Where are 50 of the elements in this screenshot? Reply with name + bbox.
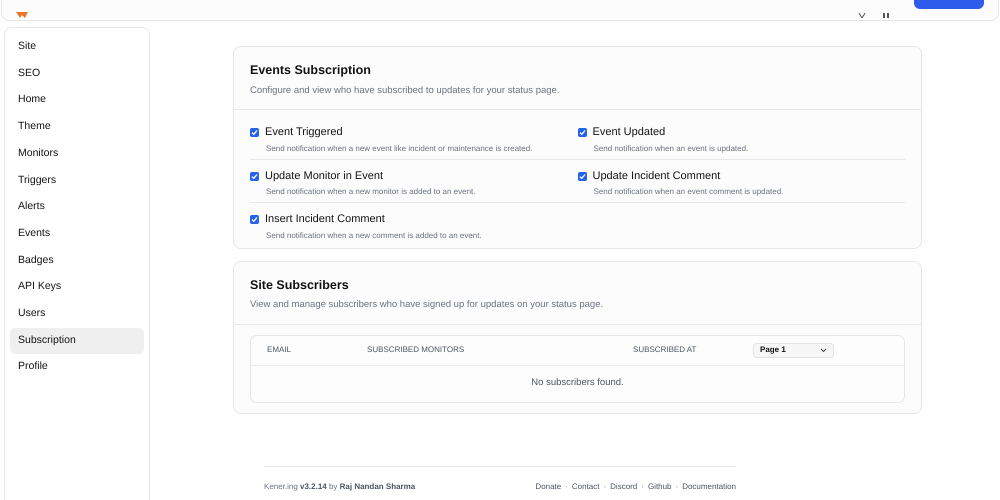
empty-message: No subscribers found. xyxy=(530,376,625,390)
footer-link[interactable]: Contact xyxy=(572,480,600,493)
sidebar-item[interactable]: Theme xyxy=(10,114,144,141)
option-hint: Send notification when a new event like incident or maintenance is created. xyxy=(266,142,534,154)
sidebar-item[interactable]: Subscription xyxy=(10,328,144,354)
sidebar-item[interactable]: Users xyxy=(10,301,144,328)
card-description: Configure and view who have subscribed to updates for your status page. xyxy=(250,84,560,98)
separator: · xyxy=(565,480,568,493)
sidebar-item[interactable]: Site xyxy=(10,34,144,61)
option-hint: Send notification when an event comment is updated. xyxy=(594,186,784,198)
footer-link[interactable]: Discord xyxy=(610,480,638,493)
logo-icon xyxy=(16,12,28,18)
separator: · xyxy=(641,480,644,493)
checkbox[interactable] xyxy=(250,215,259,224)
option-hint: Send notification when an event is updated. xyxy=(594,142,750,154)
checkbox[interactable] xyxy=(578,172,586,180)
option-label: Insert Incident Comment xyxy=(265,212,385,228)
footer-link[interactable]: Documentation xyxy=(682,480,736,493)
sidebar-item[interactable]: Triggers xyxy=(10,168,144,194)
checkbox[interactable] xyxy=(250,128,259,137)
footer-link[interactable]: Github xyxy=(648,480,672,493)
option-hint: Send notification when a new monitor is added to an event. xyxy=(266,186,476,198)
footer-link[interactable]: Donate xyxy=(535,480,562,493)
column-header: EMAIL xyxy=(267,345,292,354)
option-label: Event Updated xyxy=(592,125,666,140)
sidebar-item[interactable]: Events xyxy=(10,220,144,248)
sidebar-item[interactable]: SEO xyxy=(10,60,144,88)
option-label: Update Monitor in Event xyxy=(265,168,384,184)
option-label: Event Triggered xyxy=(265,125,343,140)
card-description: View and manage subscribers who have signed up for updates on your status page. xyxy=(250,298,604,312)
separator: · xyxy=(676,480,678,493)
column-header: SUBSCRIBED AT xyxy=(633,345,696,354)
checkbox[interactable] xyxy=(578,128,586,137)
option-label: Update Incident Comment xyxy=(592,168,720,184)
sidebar-item[interactable]: Badges xyxy=(10,248,144,274)
sidebar-item[interactable]: Home xyxy=(10,87,144,114)
sidebar-item[interactable]: API Keys xyxy=(10,274,144,302)
sidebar-item[interactable]: Monitors xyxy=(10,140,144,168)
card-title: Events Subscription xyxy=(250,62,372,79)
option-hint: Send notification when a new comment is added to an event. xyxy=(266,230,483,242)
sidebar-item[interactable]: Profile xyxy=(10,354,144,382)
header-button[interactable] xyxy=(914,0,984,9)
page-select[interactable]: Page 1 xyxy=(753,342,834,358)
credit-text: Kener.ing v3.2.14 by Raj Nandan Sharma xyxy=(264,480,416,493)
card-title: Site Subscribers xyxy=(250,276,350,294)
separator: · xyxy=(603,480,606,493)
chevron-icon xyxy=(820,348,827,352)
checkbox[interactable] xyxy=(250,172,259,180)
sidebar-item[interactable]: Alerts xyxy=(10,194,144,221)
column-header: SUBSCRIBED MONITORS xyxy=(367,345,464,354)
